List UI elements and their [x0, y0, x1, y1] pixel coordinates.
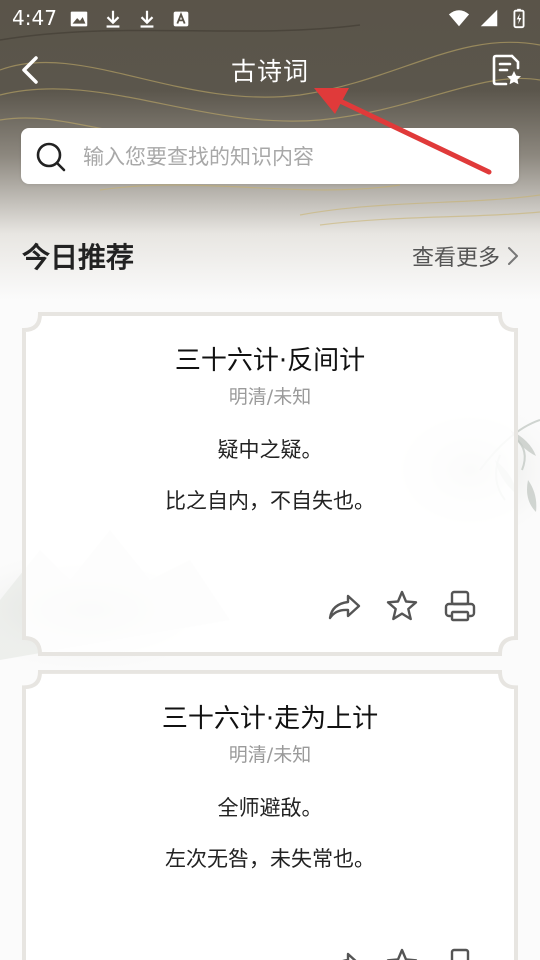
- star-icon[interactable]: [384, 946, 420, 960]
- see-more-link[interactable]: 查看更多: [412, 240, 520, 272]
- card-actions: [326, 946, 478, 960]
- poem-card[interactable]: 三十六计·走为上计 明清/未知 全师避敌。 左次无咎，未失常也。: [22, 670, 518, 960]
- system-icons: [448, 7, 530, 29]
- poem-card[interactable]: 三十六计·反间计 明清/未知 疑中之疑。 比之自内，不自失也。: [22, 312, 518, 656]
- search-bar[interactable]: [21, 128, 519, 184]
- battery-icon: [513, 8, 525, 29]
- image-icon: [70, 11, 88, 27]
- poem-title: 三十六计·反间计: [174, 346, 366, 376]
- chevron-right-icon: [508, 247, 518, 265]
- back-button[interactable]: [12, 48, 52, 92]
- card-actions: [326, 588, 478, 624]
- poem-line: 比之自内，不自失也。: [165, 489, 375, 513]
- poem-line: 左次无咎，未失常也。: [165, 847, 375, 871]
- see-more-label: 查看更多: [411, 246, 500, 271]
- poem-line: 疑中之疑。: [217, 438, 323, 462]
- print-icon[interactable]: [442, 946, 478, 960]
- status-time: 4:47: [12, 6, 57, 30]
- download-icon: [106, 10, 120, 28]
- app-a-icon: [173, 11, 189, 27]
- section-title: 今日推荐: [22, 241, 135, 274]
- poem-title: 三十六计·走为上计: [161, 704, 379, 734]
- favorites-list-icon[interactable]: [490, 52, 524, 88]
- print-icon[interactable]: [442, 588, 478, 624]
- status-bar: 4:47: [0, 0, 540, 36]
- app-screen: 4:47 古诗词 输入您要查找的知识内容 今日推荐 查看更多 三十六计·反间计 …: [0, 0, 540, 960]
- signal-icon: [480, 9, 498, 27]
- star-icon[interactable]: [384, 588, 420, 624]
- notification-icons: [68, 8, 192, 30]
- search-icon: [36, 142, 66, 172]
- download-icon: [140, 10, 154, 28]
- search-input[interactable]: [81, 138, 505, 176]
- poem-author: 明清/未知: [228, 744, 312, 766]
- poem-author: 明清/未知: [228, 386, 312, 408]
- page-title: 古诗词: [230, 57, 309, 86]
- share-icon[interactable]: [326, 946, 362, 960]
- poem-line: 全师避敌。: [217, 796, 323, 820]
- share-icon[interactable]: [326, 588, 362, 624]
- wifi-icon: [448, 10, 470, 27]
